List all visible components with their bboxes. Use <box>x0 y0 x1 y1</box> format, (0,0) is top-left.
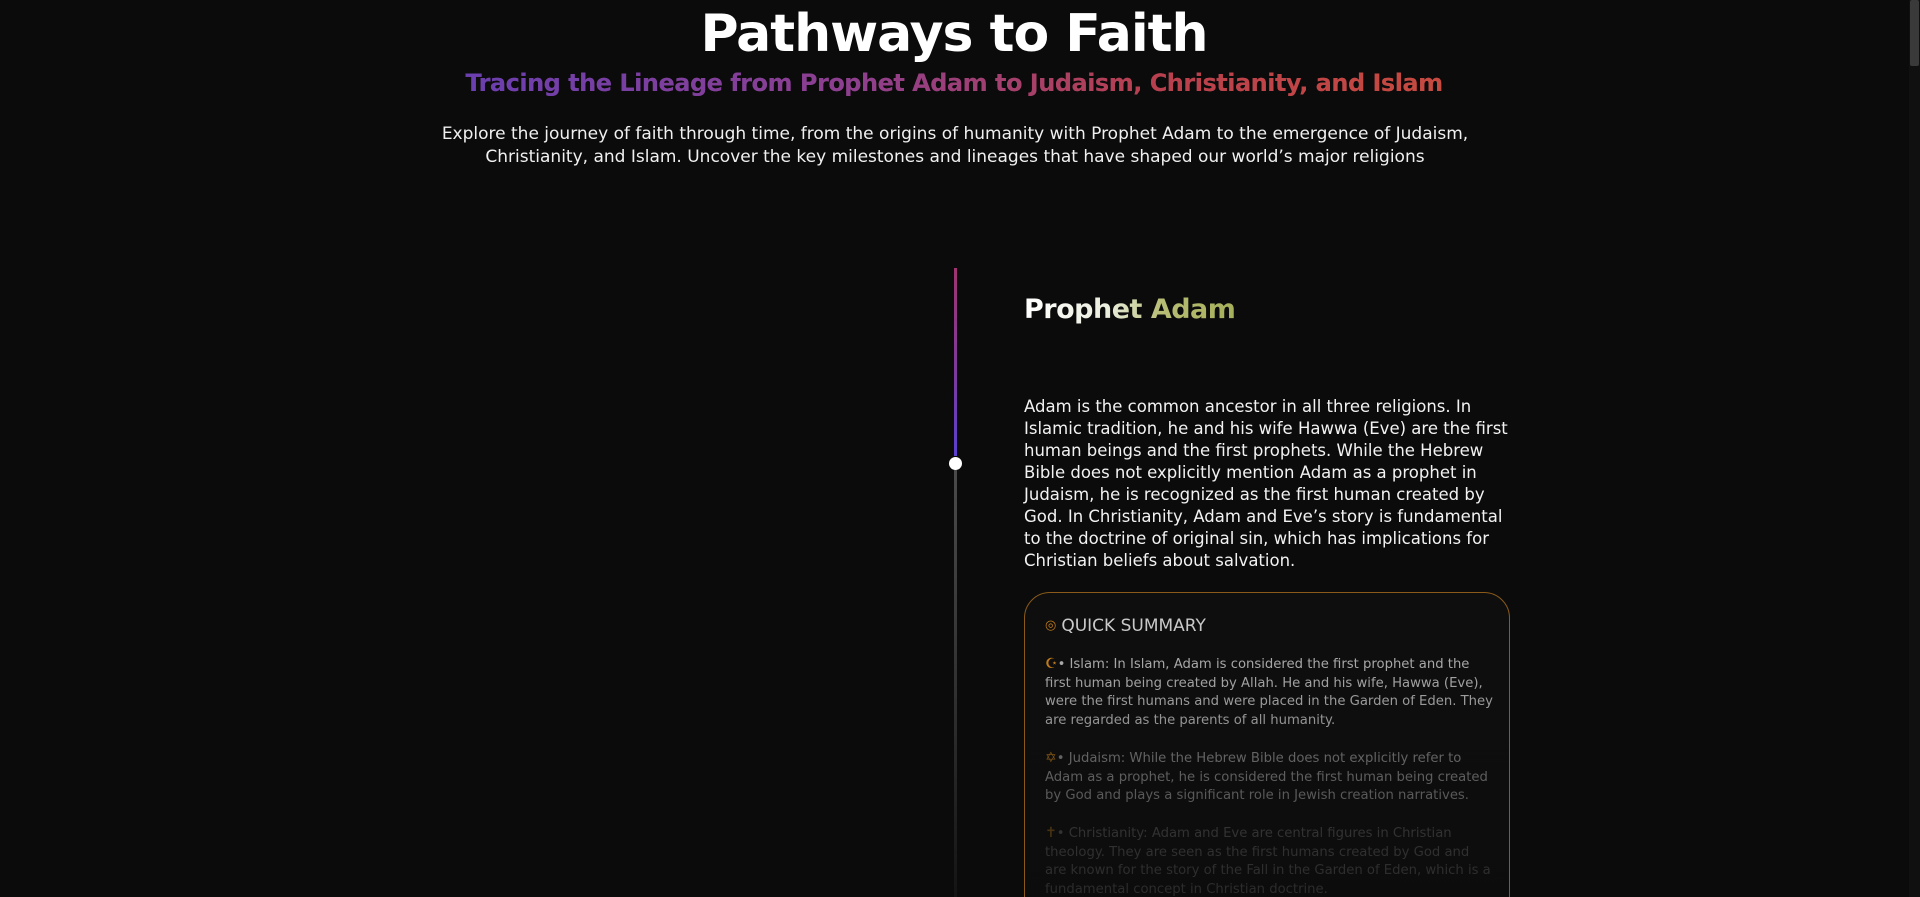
quick-summary-heading-text: QUICK SUMMARY <box>1061 616 1206 636</box>
summary-item-judaism-text: • Judaism: While the Hebrew Bible does n… <box>1045 751 1488 804</box>
summary-item-christianity-text: • Christianity: Adam and Eve are central… <box>1045 826 1491 897</box>
target-icon: ◎ <box>1045 618 1057 633</box>
page-subtitle: Tracing the Lineage from Prophet Adam to… <box>0 66 1908 100</box>
page-scrollbar[interactable] <box>1909 0 1920 897</box>
timeline-entry-body: Adam is the common ancestor in all three… <box>1024 397 1508 570</box>
summary-item-christianity: ✝• Christianity: Adam and Eve are centra… <box>1045 824 1493 897</box>
quick-summary-heading: ◎ QUICK SUMMARY <box>1045 615 1206 637</box>
summary-item-judaism: ✡• Judaism: While the Hebrew Bible does … <box>1045 749 1493 806</box>
summary-item-islam: ☪• Islam: In Islam, Adam is considered t… <box>1045 655 1493 730</box>
page-subtitle-text: Tracing the Lineage from Prophet Adam to… <box>465 69 1443 97</box>
page-intro: Explore the journey of faith through tim… <box>441 124 1469 167</box>
summary-item-islam-text: • Islam: In Islam, Adam is considered th… <box>1045 657 1493 728</box>
timeline-line-inactive <box>954 470 957 897</box>
timeline-marker <box>949 457 962 470</box>
timeline-line-active <box>954 268 957 456</box>
quick-summary-card: ◎ QUICK SUMMARY ☪• Islam: In Islam, Adam… <box>1024 592 1510 897</box>
page: Pathways to Faith Tracing the Lineage fr… <box>0 0 1920 897</box>
cross-icon: ✝ <box>1045 825 1057 841</box>
page-title: Pathways to Faith <box>700 4 1208 64</box>
crescent-icon: ☪ <box>1045 656 1058 672</box>
star-of-david-icon: ✡ <box>1045 750 1057 766</box>
timeline-entry-title: Prophet Adam <box>1024 290 1236 330</box>
scrollbar-thumb[interactable] <box>1910 0 1919 66</box>
